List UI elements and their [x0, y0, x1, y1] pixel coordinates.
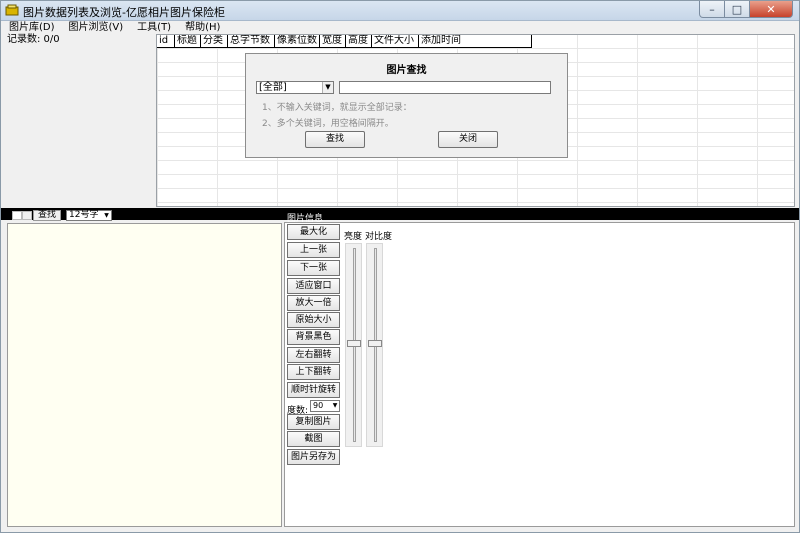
- minimize-icon: –: [709, 2, 715, 16]
- hint-line-2: 2、多个关键词，用空格间隔开。: [262, 119, 394, 129]
- copy-image-button[interactable]: 复制图片: [287, 414, 340, 430]
- menu-view[interactable]: 图片浏览(V): [61, 21, 130, 34]
- contrast-slider-thumb[interactable]: [368, 340, 382, 347]
- column-header-title[interactable]: 标题: [175, 35, 201, 47]
- fit-window-button[interactable]: 适应窗口: [287, 278, 340, 294]
- column-header-total-bytes[interactable]: 总字节数: [228, 35, 275, 47]
- column-header-bit-depth[interactable]: 像素位数: [275, 35, 320, 47]
- font-size-value: 12号字: [69, 210, 99, 220]
- brightness-slider-thumb[interactable]: [347, 340, 361, 347]
- column-header-width[interactable]: 宽度: [320, 35, 346, 47]
- previous-image-button[interactable]: 上一张: [287, 242, 340, 258]
- zoom-double-button[interactable]: 放大一倍: [287, 295, 340, 311]
- screenshot-button[interactable]: 截图: [287, 431, 340, 447]
- safe-icon: [5, 4, 19, 16]
- rotate-degree-select[interactable]: 90 ▼: [310, 400, 340, 412]
- maximize-button[interactable]: □: [725, 1, 750, 18]
- flip-vertical-button[interactable]: 上下翻转: [287, 364, 340, 380]
- column-header-file-size[interactable]: 文件大小: [372, 35, 419, 47]
- record-count: 记录数: 0/0: [7, 34, 60, 45]
- contrast-slider[interactable]: [366, 243, 383, 447]
- column-header-height[interactable]: 高度: [346, 35, 372, 47]
- minimize-button[interactable]: –: [699, 1, 725, 18]
- chevron-down-icon[interactable]: ▼: [322, 82, 333, 93]
- brightness-label: 亮度: [344, 232, 363, 242]
- title-bar[interactable]: 图片数据列表及浏览-亿愿相片图片保险柜 – □ ✕: [1, 1, 799, 21]
- image-toolbar: [1, 208, 799, 220]
- main-window: 图片数据列表及浏览-亿愿相片图片保险柜 – □ ✕ 图片库(D) 图片浏览(V)…: [0, 0, 800, 533]
- column-header-id[interactable]: id: [157, 35, 175, 47]
- rotate-degree-value: 90: [313, 401, 324, 410]
- black-background-button[interactable]: 背景黑色: [287, 329, 340, 345]
- toolbar-find-button[interactable]: 查找: [33, 210, 61, 221]
- text-preview-area[interactable]: [7, 223, 282, 527]
- left-panel: 记录数: 0/0: [7, 34, 155, 206]
- save-image-as-button[interactable]: 图片另存为: [287, 449, 340, 465]
- menu-tools[interactable]: 工具(T): [129, 21, 177, 34]
- close-icon: ✕: [766, 2, 776, 16]
- flip-horizontal-button[interactable]: 左右翻转: [287, 347, 340, 363]
- maximize-image-button[interactable]: 最大化: [287, 224, 340, 240]
- search-dialog: 图片查找 [全部] ▼ 1、不输入关键词，就显示全部记录： 2、多个关键词，用空…: [245, 53, 568, 158]
- brightness-slider[interactable]: [345, 243, 362, 447]
- contrast-label: 对比度: [365, 232, 393, 242]
- menu-library[interactable]: 图片库(D): [1, 21, 61, 34]
- close-button[interactable]: ✕: [750, 1, 793, 18]
- close-dialog-button[interactable]: 关闭: [438, 131, 498, 148]
- window-title: 图片数据列表及浏览-亿愿相片图片保险柜: [23, 6, 225, 19]
- dialog-title: 图片查找: [386, 65, 427, 76]
- color-swatch-gray[interactable]: [22, 211, 32, 220]
- category-select-value: [全部]: [259, 82, 287, 93]
- chevron-down-icon[interactable]: ▼: [331, 401, 339, 411]
- find-button[interactable]: 查找: [305, 131, 365, 148]
- color-swatch-light[interactable]: [12, 211, 22, 220]
- grid-header: id 标题 分类 总字节数 像素位数 宽度 高度 文件大小 添加时间: [157, 35, 532, 48]
- maximize-icon: □: [731, 2, 743, 16]
- next-image-button[interactable]: 下一张: [287, 260, 340, 276]
- hint-line-1: 1、不输入关键词，就显示全部记录：: [262, 103, 412, 113]
- keyword-input[interactable]: [339, 81, 551, 94]
- chevron-down-icon[interactable]: ▼: [102, 211, 111, 220]
- column-header-added-time[interactable]: 添加时间: [419, 35, 532, 47]
- category-select[interactable]: [全部] ▼: [256, 81, 334, 94]
- column-header-category[interactable]: 分类: [201, 35, 228, 47]
- menu-bar: 图片库(D) 图片浏览(V) 工具(T) 帮助(H): [1, 21, 799, 34]
- rotate-clockwise-button[interactable]: 顺时针旋转: [287, 382, 340, 398]
- menu-help[interactable]: 帮助(H): [177, 21, 226, 34]
- original-size-button[interactable]: 原始大小: [287, 312, 340, 328]
- font-size-select[interactable]: 12号字 ▼: [66, 210, 112, 221]
